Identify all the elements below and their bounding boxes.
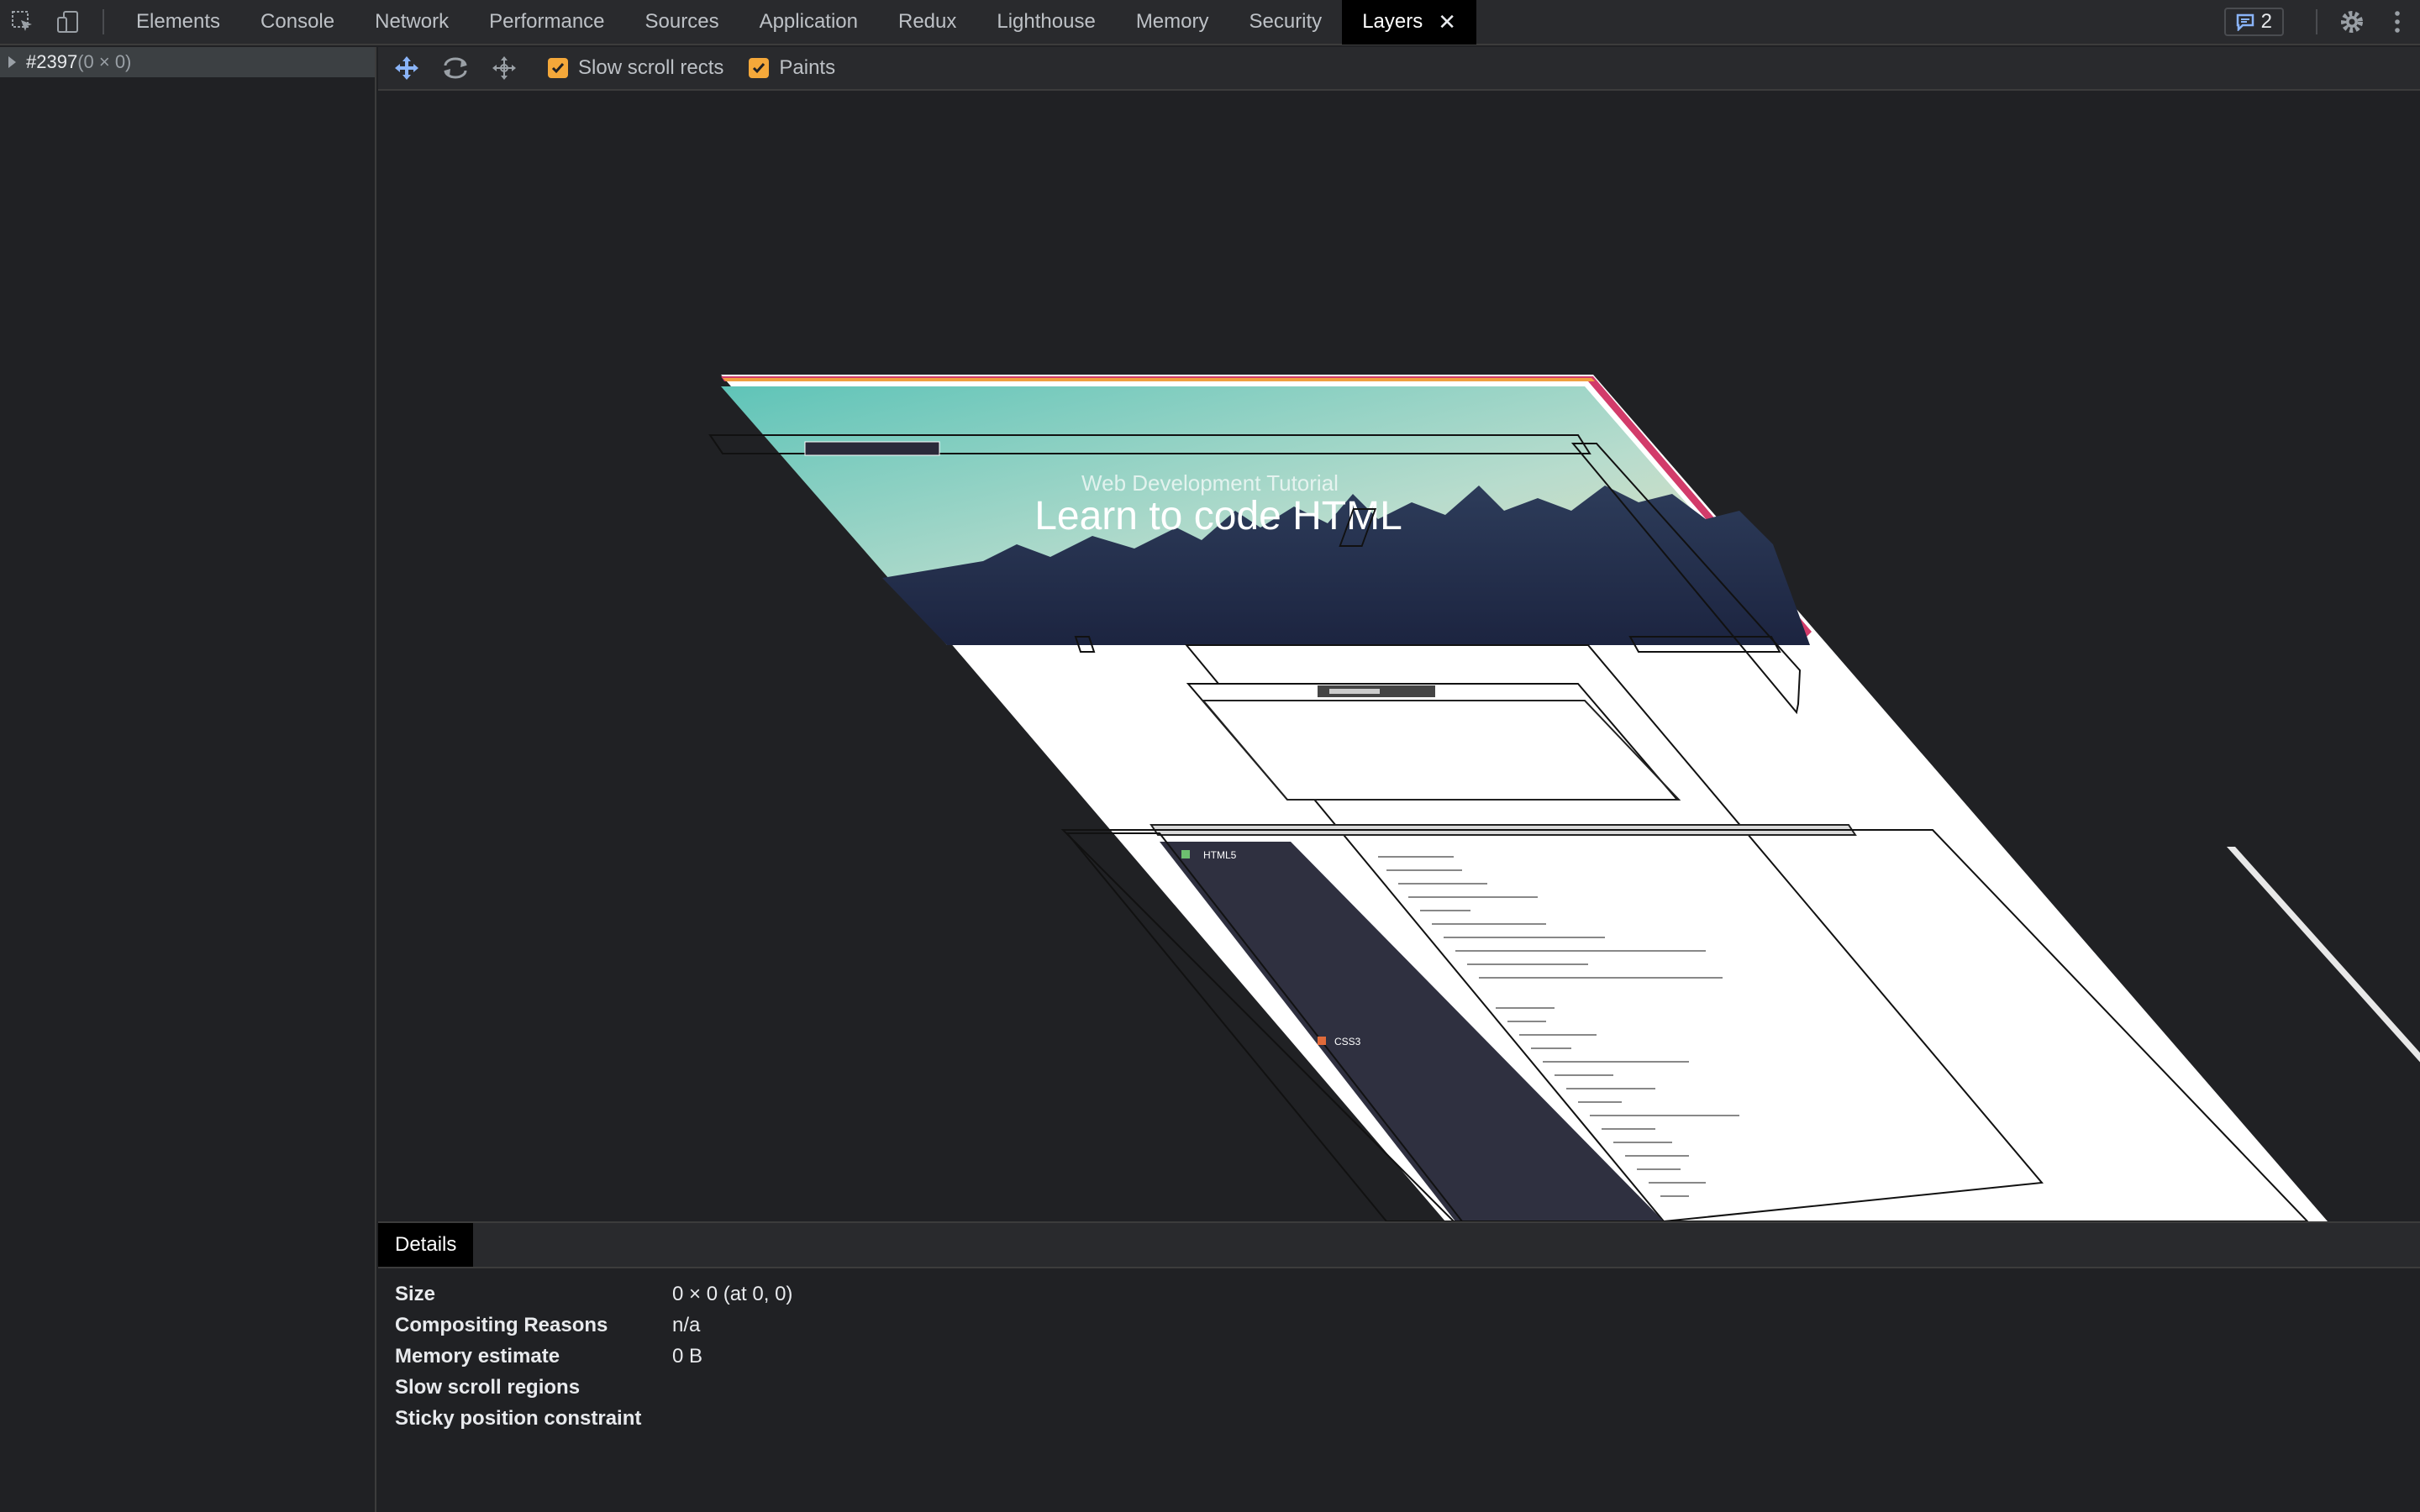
layers-main: Slow scroll rects Paints Web Development…	[378, 47, 2420, 1512]
detail-label: Slow scroll regions	[395, 1375, 581, 1399]
detail-label: Size	[395, 1282, 436, 1305]
preview-sidebar-heading-css: CSS3	[1334, 1036, 1361, 1047]
issues-badge[interactable]: 2	[2223, 8, 2284, 36]
tab-performance[interactable]: Performance	[469, 0, 624, 45]
detail-value: 0 × 0 (at 0, 0)	[672, 1282, 793, 1305]
tab-label: Lighthouse	[997, 10, 1096, 33]
tab-lighthouse[interactable]: Lighthouse	[976, 0, 1115, 45]
layer-canvas[interactable]: Web Development Tutorial Learn to code H…	[378, 91, 2420, 1221]
expand-triangle-icon[interactable]	[8, 56, 16, 68]
detail-label: Memory estimate	[395, 1344, 560, 1368]
tab-label: Network	[375, 10, 450, 33]
tab-application[interactable]: Application	[739, 0, 878, 45]
device-toolbar-icon[interactable]	[45, 0, 91, 45]
reset-transform-icon[interactable]	[486, 50, 523, 87]
tab-label: Memory	[1135, 10, 1209, 33]
inspect-element-icon[interactable]	[0, 0, 45, 45]
gear-icon[interactable]	[2329, 0, 2375, 45]
checkbox-checked-icon[interactable]	[749, 58, 770, 78]
slow-scroll-rects-toggle[interactable]: Slow scroll rects	[548, 56, 723, 80]
tab-label: Application	[759, 10, 858, 33]
tab-label: Redux	[898, 10, 957, 33]
hero-layer: Web Development Tutorial Learn to code H…	[708, 386, 1810, 645]
preview-sidebar-heading-html: HTML5	[1203, 849, 1237, 861]
checkbox-checked-icon[interactable]	[548, 58, 568, 78]
tab-redux[interactable]: Redux	[878, 0, 976, 45]
tab-label: Sources	[644, 10, 719, 33]
detail-row-size: Size 0 × 0 (at 0, 0)	[395, 1278, 2420, 1310]
detail-row-sticky-position: Sticky position constraint	[395, 1403, 2420, 1434]
tab-details[interactable]: Details	[378, 1223, 474, 1267]
issues-count: 2	[2260, 10, 2272, 33]
slow-scroll-label: Slow scroll rects	[578, 56, 724, 79]
details-panel: Size 0 × 0 (at 0, 0) Compositing Reasons…	[378, 1268, 2420, 1434]
layer-tree-root[interactable]: #2397 (0 × 0)	[0, 47, 375, 77]
tab-layers[interactable]: Layers ✕	[1342, 0, 1477, 45]
topbar-right-tools: 2	[2223, 0, 2420, 45]
tab-elements[interactable]: Elements	[116, 0, 240, 45]
toolbar-separator	[2316, 9, 2317, 34]
rotate-mode-icon[interactable]	[437, 50, 474, 87]
preview-subtitle: Web Development Tutorial	[1081, 470, 1339, 496]
tab-label: Console	[260, 10, 335, 33]
tab-label: Performance	[489, 10, 605, 33]
details-tabbar: Details	[378, 1221, 2420, 1268]
paints-toggle[interactable]: Paints	[749, 56, 835, 80]
chat-icon	[2236, 13, 2254, 31]
layer-size: (0 × 0)	[77, 51, 132, 72]
tab-sources[interactable]: Sources	[625, 0, 739, 45]
detail-label: Sticky position constraint	[395, 1406, 642, 1430]
paints-label: Paints	[779, 56, 836, 79]
tab-label: Security	[1249, 10, 1323, 33]
layer-tree-panel: #2397 (0 × 0)	[0, 47, 376, 1512]
tab-memory[interactable]: Memory	[1116, 0, 1229, 45]
detail-value: 0 B	[672, 1344, 703, 1368]
pan-mode-icon[interactable]	[388, 50, 425, 87]
tab-network[interactable]: Network	[355, 0, 469, 45]
tab-console[interactable]: Console	[240, 0, 355, 45]
detail-row-memory-estimate: Memory estimate 0 B	[395, 1341, 2420, 1372]
tab-label: Elements	[136, 10, 221, 33]
tab-security[interactable]: Security	[1228, 0, 1342, 45]
layers-3d-viewport[interactable]: Web Development Tutorial Learn to code H…	[378, 91, 2420, 1221]
tab-label: Layers	[1362, 10, 1423, 33]
toolbar-separator	[103, 9, 104, 34]
details-tab-label: Details	[395, 1233, 457, 1256]
detail-value: n/a	[672, 1313, 701, 1336]
layers-toolbar: Slow scroll rects Paints	[378, 47, 2420, 91]
preview-headline: Learn to code HTML	[1034, 494, 1402, 538]
more-options-icon[interactable]	[2375, 0, 2420, 45]
layer-id: #2397	[26, 51, 78, 72]
detail-row-compositing-reasons: Compositing Reasons n/a	[395, 1310, 2420, 1341]
detail-row-slow-scroll-regions: Slow scroll regions	[395, 1372, 2420, 1403]
devtools-topbar: Elements Console Network Performance Sou…	[0, 0, 2420, 45]
close-icon[interactable]: ✕	[1438, 9, 1456, 35]
detail-label: Compositing Reasons	[395, 1313, 608, 1336]
